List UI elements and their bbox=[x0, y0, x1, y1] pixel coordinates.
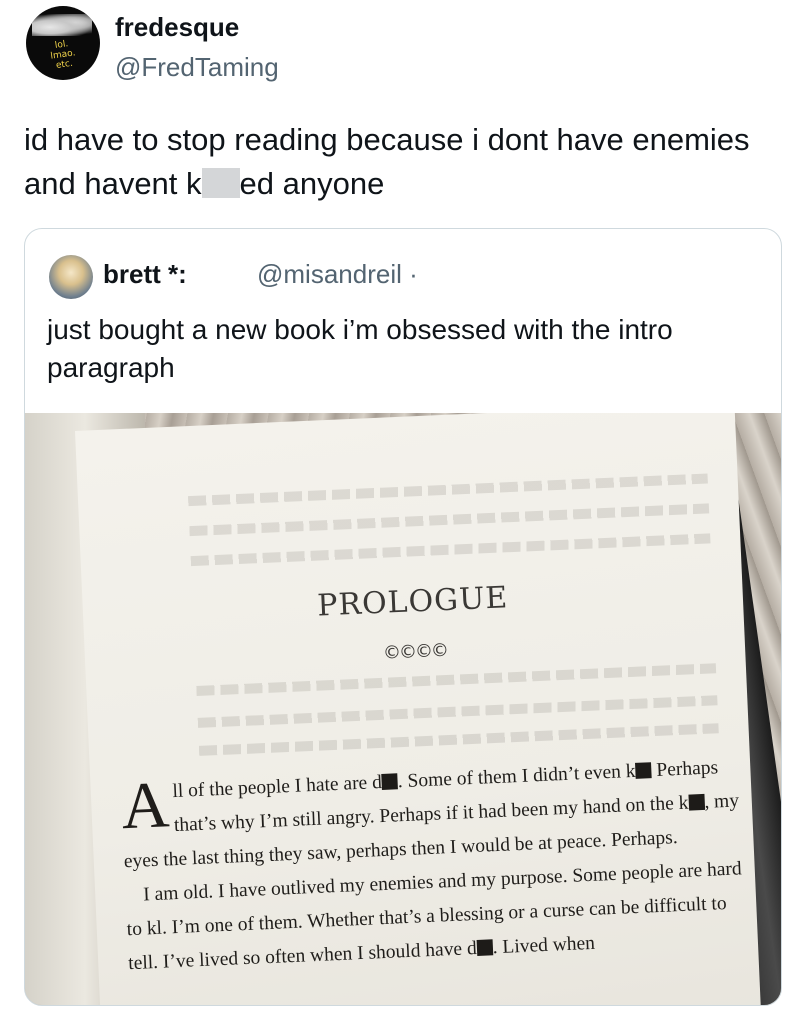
p2-text-2: l. I’m one of them. Whether that’s a ble… bbox=[127, 893, 728, 975]
tweet-text: id have to stop reading because i dont h… bbox=[24, 118, 784, 206]
redaction-block bbox=[476, 939, 494, 956]
bleed-through-line bbox=[190, 533, 711, 567]
author-display-name[interactable]: fredesque bbox=[115, 12, 239, 43]
tweet: lol. lmao. etc. fredesque @FredTaming id… bbox=[0, 0, 800, 1020]
tweet-text-part-1: id have to stop reading because i dont h… bbox=[24, 122, 750, 201]
bleed-through-line bbox=[189, 503, 710, 537]
quoted-author-handle[interactable]: @misandreil · bbox=[257, 259, 418, 290]
avatar-text: lol. lmao. etc. bbox=[49, 39, 77, 72]
chapter-heading: PROLOGUE bbox=[316, 580, 509, 624]
quoted-tweet-card[interactable]: brett *: @misandreil · just bought a new… bbox=[24, 228, 782, 1006]
book-right-page: PROLOGUE ©©©© All of the people I hate a… bbox=[75, 413, 762, 1005]
bleed-through-line bbox=[198, 723, 719, 756]
avatar-brush-stroke bbox=[32, 14, 92, 36]
author-avatar[interactable]: lol. lmao. etc. bbox=[26, 6, 100, 80]
quoted-author-avatar[interactable] bbox=[49, 255, 93, 299]
censor-block bbox=[201, 168, 240, 198]
quoted-author-display-name[interactable]: brett *: bbox=[103, 259, 187, 290]
author-handle[interactable]: @FredTaming bbox=[115, 52, 279, 83]
bleed-through-line bbox=[197, 695, 718, 728]
book-photo[interactable]: PROLOGUE ©©©© All of the people I hate a… bbox=[25, 413, 781, 1005]
bleed-through-line bbox=[196, 663, 717, 696]
ornament-divider: ©©©© bbox=[382, 639, 448, 664]
book-body-text: All of the people I hate are d . Some of … bbox=[120, 750, 748, 981]
p1-text-1: ll of the people I hate are d bbox=[172, 771, 383, 803]
p1-text-2: . Some of them I didn’t even k bbox=[397, 760, 636, 793]
p2-text-3: . Lived when bbox=[492, 932, 596, 959]
drop-cap: A bbox=[119, 768, 171, 844]
quoted-tweet-text: just bought a new book i’m obsessed with… bbox=[47, 314, 673, 383]
bleed-through-line bbox=[187, 473, 708, 507]
redaction-block bbox=[687, 793, 705, 811]
redaction-block bbox=[635, 762, 652, 779]
tweet-text-part-2: ed anyone bbox=[239, 166, 385, 201]
redaction-block bbox=[381, 773, 399, 790]
